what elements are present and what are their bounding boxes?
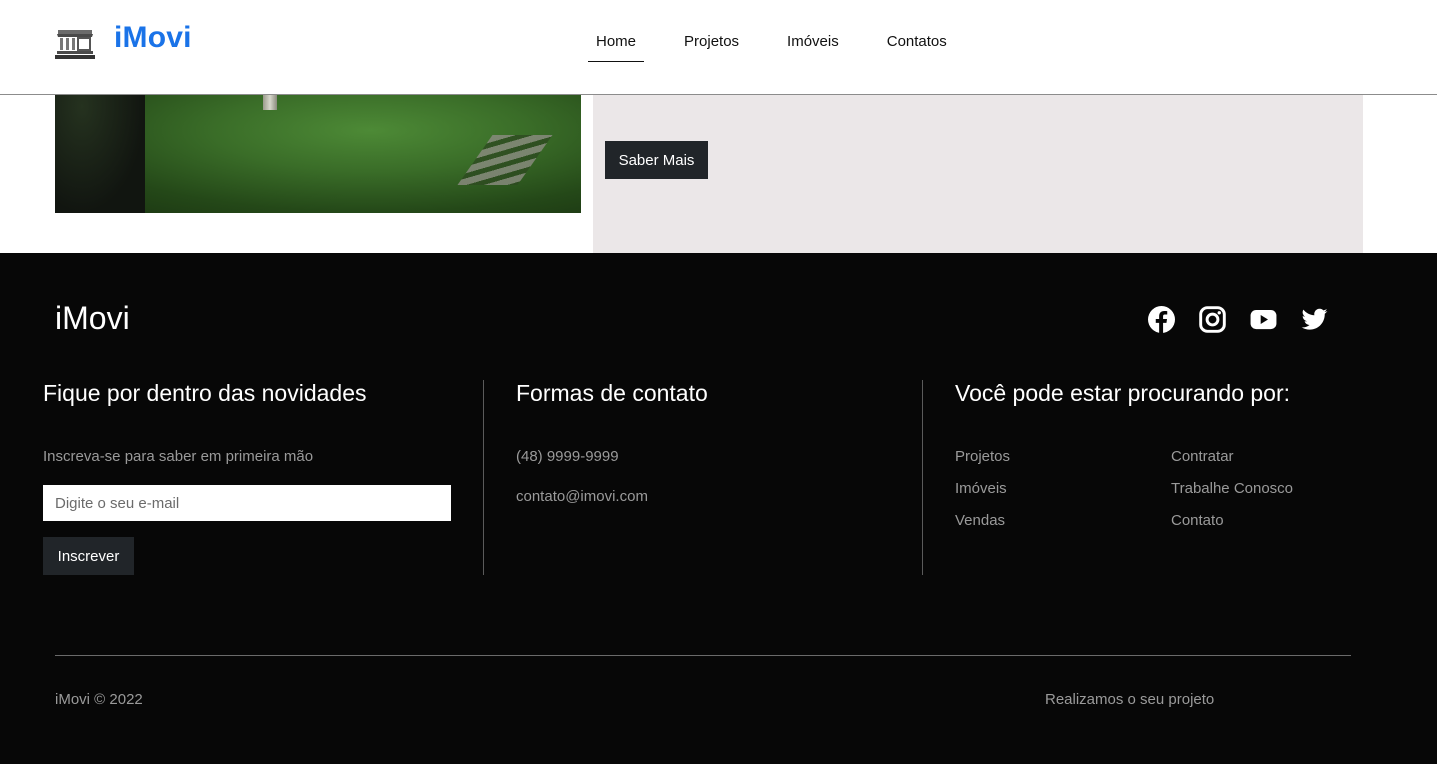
- subscribe-button[interactable]: Inscrever: [43, 537, 134, 575]
- contact-email[interactable]: contato@imovi.com: [516, 488, 648, 505]
- footer-brand: iMovi: [55, 300, 130, 336]
- link-projetos[interactable]: Projetos: [955, 448, 1010, 465]
- site-footer: iMovi Fique por dentro das novidades Ins…: [0, 253, 1437, 764]
- facebook-icon[interactable]: [1148, 306, 1175, 333]
- footer-divider: [55, 655, 1351, 656]
- quick-links-column: Você pode estar procurando por: Projetos…: [922, 380, 1382, 575]
- link-imoveis[interactable]: Imóveis: [955, 480, 1007, 497]
- building-logo-icon[interactable]: [55, 27, 95, 61]
- nav-projetos[interactable]: Projetos: [676, 30, 747, 62]
- saber-mais-button[interactable]: Saber Mais: [605, 141, 708, 179]
- email-input[interactable]: [43, 485, 451, 521]
- main-nav: Home Projetos Imóveis Contatos: [588, 30, 987, 62]
- contact-column: Formas de contato (48) 9999-9999 contato…: [483, 380, 923, 575]
- footer-tagline: Realizamos o seu projeto: [1045, 691, 1215, 708]
- contact-title: Formas de contato: [516, 380, 708, 406]
- instagram-icon[interactable]: [1199, 306, 1226, 333]
- twitter-icon[interactable]: [1301, 306, 1328, 333]
- link-trabalhe-conosco[interactable]: Trabalhe Conosco: [1171, 480, 1293, 497]
- newsletter-column: Fique por dentro das novidades Inscreva-…: [43, 380, 483, 575]
- copyright-text: iMovi © 2022: [55, 691, 143, 708]
- nav-home[interactable]: Home: [588, 30, 645, 62]
- social-links: [1148, 306, 1352, 333]
- nav-contatos[interactable]: Contatos: [879, 30, 955, 62]
- property-info-panel: [593, 95, 1363, 253]
- link-contato[interactable]: Contato: [1171, 512, 1224, 529]
- newsletter-title: Fique por dentro das novidades: [43, 380, 367, 406]
- top-header: iMovi Home Projetos Imóveis Contatos: [0, 0, 1437, 95]
- link-vendas[interactable]: Vendas: [955, 512, 1005, 529]
- contact-phone: (48) 9999-9999: [516, 448, 619, 465]
- quick-links-title: Você pode estar procurando por:: [955, 380, 1291, 406]
- link-contratar[interactable]: Contratar: [1171, 448, 1234, 465]
- brand-logo[interactable]: iMovi: [114, 21, 192, 55]
- newsletter-subtitle: Inscreva-se para saber em primeira mão: [43, 448, 314, 465]
- nav-imoveis[interactable]: Imóveis: [779, 30, 847, 62]
- youtube-icon[interactable]: [1250, 306, 1277, 333]
